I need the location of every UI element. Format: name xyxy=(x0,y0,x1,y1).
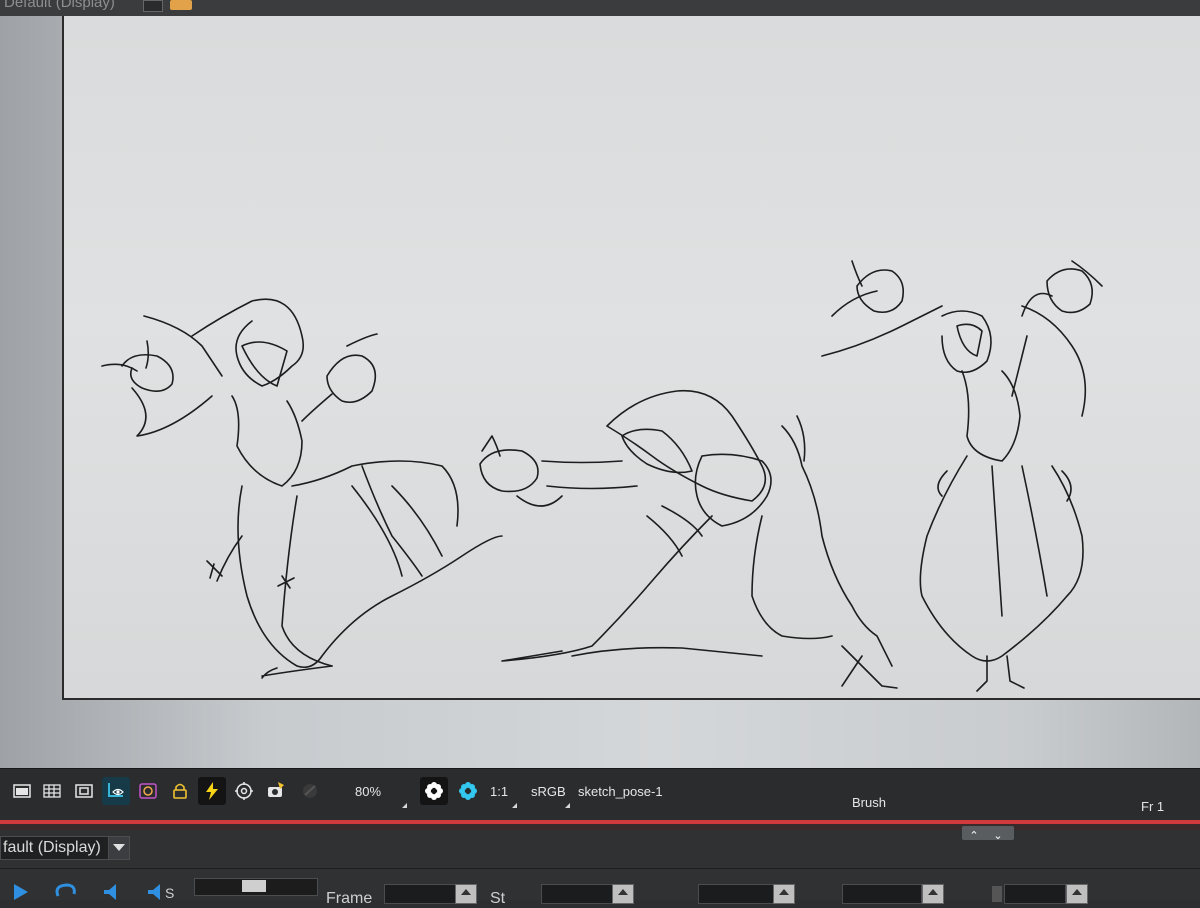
frame-label: Frame xyxy=(326,890,373,907)
right-figure-sketch xyxy=(821,260,1103,692)
camera-icon[interactable] xyxy=(262,777,290,805)
aspect-menu-icon[interactable] xyxy=(512,803,517,808)
fps-spinner[interactable] xyxy=(922,884,944,904)
chevron-up-icon[interactable]: ⌃ xyxy=(962,829,986,843)
frame-indicator: Fr 1 xyxy=(1141,799,1165,814)
drawing-name: sketch_pose-1 xyxy=(578,784,663,799)
middle-figure-sketch xyxy=(501,389,898,689)
stop-spinner[interactable] xyxy=(773,884,795,904)
extra-spinner[interactable] xyxy=(1066,884,1088,904)
lock-icon[interactable] xyxy=(166,777,194,805)
window-icon[interactable] xyxy=(8,777,36,805)
start-spinner[interactable] xyxy=(612,884,634,904)
target-icon[interactable] xyxy=(230,777,258,805)
sound-scrub-icon[interactable]: S xyxy=(146,884,180,901)
play-icon[interactable] xyxy=(8,884,32,900)
status-bar: 80% 1:1 sRGB sketch_pose-1 Brush Fr 1 xyxy=(0,768,1200,821)
onion-skin-icon[interactable] xyxy=(134,777,162,805)
lightning-icon[interactable] xyxy=(198,777,226,805)
dark-icon[interactable] xyxy=(296,777,324,805)
panel-collapse-controls[interactable]: ⌃ ⌄ xyxy=(962,826,1014,843)
dropdown-arrow-button[interactable] xyxy=(108,836,130,860)
color-space-menu-icon[interactable] xyxy=(565,803,570,808)
aspect-ratio[interactable]: 1:1 xyxy=(490,784,508,799)
bottom-panel-divider xyxy=(0,868,1200,869)
slider-handle[interactable] xyxy=(242,880,266,892)
sketch-drawing xyxy=(101,260,1103,692)
zoom-menu-icon[interactable] xyxy=(402,803,407,808)
left-figure-sketch xyxy=(101,298,503,679)
frame-input[interactable] xyxy=(384,884,456,904)
top-panel-button[interactable] xyxy=(143,0,163,12)
flower-blue-icon[interactable] xyxy=(454,777,482,805)
loop-icon[interactable] xyxy=(52,882,80,900)
svg-text:S: S xyxy=(165,885,174,900)
current-tool: Brush xyxy=(852,795,886,810)
chevron-down-icon xyxy=(113,844,125,851)
flower-white-icon[interactable] xyxy=(420,777,448,805)
extra-input[interactable] xyxy=(1004,884,1066,904)
display-dropdown-value: fault (Display) xyxy=(3,839,101,856)
start-input[interactable] xyxy=(541,884,613,904)
top-panel-icon[interactable] xyxy=(170,0,192,10)
start-label: St xyxy=(490,890,506,907)
grid-icon[interactable] xyxy=(38,777,66,805)
frame-spinner[interactable] xyxy=(455,884,477,904)
color-space[interactable]: sRGB xyxy=(531,784,566,799)
onion-camera-icon[interactable] xyxy=(102,777,130,805)
top-display-label: Default (Display) xyxy=(4,0,115,11)
chevron-down-icon[interactable]: ⌄ xyxy=(986,829,1010,843)
display-dropdown[interactable]: fault (Display) xyxy=(0,836,110,860)
safe-area-icon[interactable] xyxy=(70,777,98,805)
fps-input[interactable] xyxy=(842,884,922,904)
ball-sketch xyxy=(479,435,638,507)
sound-icon[interactable] xyxy=(100,884,128,900)
zoom-level[interactable]: 80% xyxy=(355,784,381,799)
stop-input[interactable] xyxy=(698,884,774,904)
